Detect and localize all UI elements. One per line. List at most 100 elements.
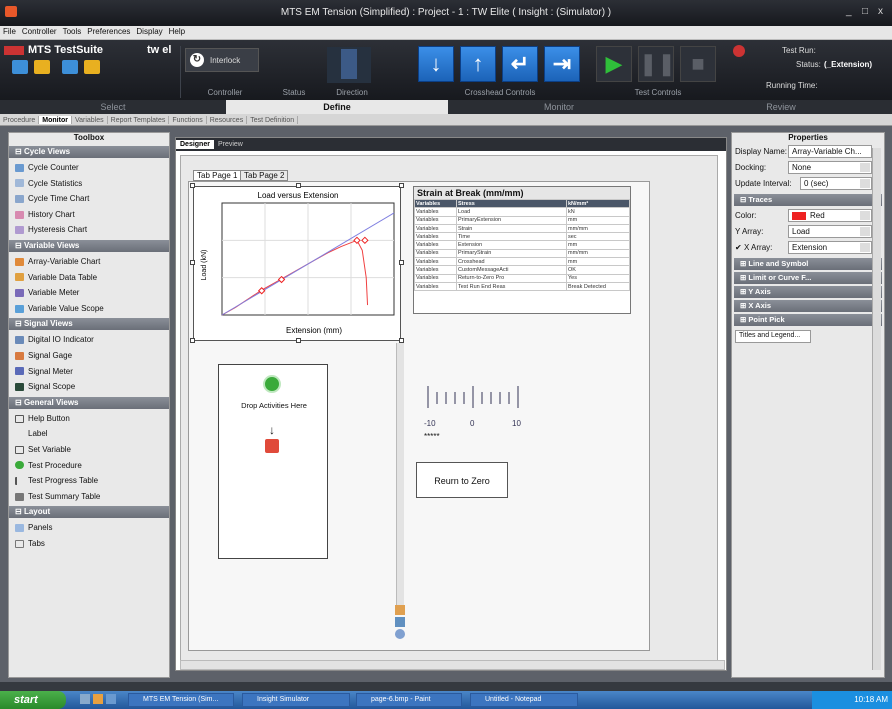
toolbox-item-history-chart[interactable]: History Chart [9,207,169,223]
zoom-controls[interactable] [395,605,405,639]
binoculars-icon[interactable] [395,617,405,627]
menu-controller[interactable]: Controller [19,26,60,36]
crosshead-return-button[interactable]: ↵ [502,46,538,82]
titles-legend-button[interactable]: Titles and Legend... [735,330,811,343]
array-variable-chart[interactable]: Load versus Extension Extension (mm) Loa… [193,186,401,341]
toolbox-item-help-button[interactable]: Help Button [9,411,169,427]
task-mts[interactable]: MTS EM Tension (Sim... [128,693,234,707]
subtab-functions[interactable]: Functions [169,116,207,124]
limit-curve-section[interactable]: ⊞ Limit or Curve F... [734,272,882,284]
tab-monitor[interactable]: Monitor [448,100,670,114]
toolbox-item-tabs[interactable]: Tabs [9,536,169,552]
new-icon[interactable] [12,60,28,74]
desktop-icon[interactable] [80,694,90,704]
tab-define[interactable]: Define [226,100,448,114]
export-icon[interactable] [84,60,100,74]
menu-preferences[interactable]: Preferences [84,26,133,36]
task-paint[interactable]: page-6.bmp - Paint [356,693,462,707]
subtab-procedure[interactable]: Procedure [0,116,40,124]
y-axis-section[interactable]: ⊞ Y Axis [734,286,882,298]
start-button[interactable]: start [0,691,66,709]
resize-handle[interactable] [190,338,195,343]
resize-handle[interactable] [190,260,195,265]
docking-select[interactable]: None [788,161,872,174]
toolbox-item-signal-meter[interactable]: Signal Meter [9,364,169,380]
procedure-scrollbar[interactable] [396,343,404,615]
tab-select[interactable]: Select [0,100,226,114]
subtab-test-definition[interactable]: Test Definition [247,116,299,124]
tab-page-2[interactable]: Tab Page 2 [240,170,289,181]
toolbox-item-cycle-time-chart[interactable]: Cycle Time Chart [9,191,169,207]
tab-review[interactable]: Review [670,100,892,114]
x-axis-section[interactable]: ⊞ X Axis [734,300,882,312]
x-array-checkbox[interactable]: ✔ [735,243,742,252]
zoom-icon[interactable] [395,605,405,615]
toolbox-item-cycle-counter[interactable]: Cycle Counter [9,160,169,176]
open-icon[interactable] [34,60,50,74]
properties-scrollbar[interactable] [872,148,881,670]
toolbox-item-variable-meter[interactable]: Variable Meter [9,285,169,301]
resize-handle[interactable] [296,338,301,343]
toolbox-category[interactable]: ⊟ General Views [9,396,169,409]
toolbox-item-variable-value-scope[interactable]: Variable Value Scope [9,301,169,317]
variable-data-table[interactable]: Strain at Break (mm/mm) Variables Stress… [413,186,631,314]
run-button[interactable]: ▶ [596,46,632,82]
toolbox-item-label[interactable]: Label [9,426,169,442]
crosshead-jog-button[interactable]: ⇥ [544,46,580,82]
subtab-monitor[interactable]: Monitor [39,116,72,124]
interlock-button[interactable]: ↻ Interlock [185,48,259,72]
menu-display[interactable]: Display [133,26,165,36]
subtab-resources[interactable]: Resources [207,116,248,124]
subtab-variables[interactable]: Variables [72,116,108,124]
clock[interactable]: 10:18 AM [854,695,888,704]
color-select[interactable]: Red [788,209,872,222]
toolbox-item-signal-scope[interactable]: Signal Scope [9,379,169,395]
toolbox-category[interactable]: ⊟ Signal Views [9,318,169,331]
x-array-select[interactable]: Extension [788,241,872,254]
explorer-icon[interactable] [106,694,116,704]
toolbox-item-signal-gage[interactable]: Signal Gage [9,348,169,364]
maximize-button[interactable]: □ [862,6,868,17]
crosshead-up-button[interactable]: ↑ [460,46,496,82]
resize-handle[interactable] [190,183,195,188]
toolbox-item-test-progress-table[interactable]: Test Progress Table [9,473,169,489]
toolbox-category[interactable]: ⊟ Variable Views [9,239,169,252]
tab-preview[interactable]: Preview [214,140,247,149]
return-to-zero-button[interactable]: Reurn to Zero [416,462,508,498]
menu-help[interactable]: Help [166,26,188,36]
stop-button[interactable]: ■ [680,46,716,82]
tab-designer[interactable]: Designer [176,140,214,149]
subtab-report-templates[interactable]: Report Templates [108,116,170,124]
toolbox-category[interactable]: ⊟ Layout [9,506,169,519]
toolbox-item-test-procedure[interactable]: Test Procedure [9,458,169,474]
toolbox-item-array-variable-chart[interactable]: Array-Variable Chart [9,254,169,270]
toolbox-item-test-summary-table[interactable]: Test Summary Table [9,489,169,505]
resize-handle[interactable] [399,260,404,265]
menu-file[interactable]: File [0,26,19,36]
toolbox-category[interactable]: ⊟ Cycle Views [9,146,169,158]
designer-hscrollbar[interactable] [180,660,725,670]
resize-handle[interactable] [296,183,301,188]
toolbox-item-hysteresis-chart[interactable]: Hysteresis Chart [9,222,169,238]
resize-handle[interactable] [399,183,404,188]
task-insight-simulator[interactable]: Insight Simulator [242,693,350,707]
save-icon[interactable] [62,60,78,74]
quick-launch[interactable] [80,694,124,706]
tab-page-1[interactable]: Tab Page 1 [193,170,242,181]
toolbox-item-digital-io[interactable]: Digital IO Indicator [9,332,169,348]
task-notepad[interactable]: Untitled - Notepad [470,693,578,707]
update-interval-field[interactable]: 0 (sec) [800,177,872,190]
toolbox-item-variable-data-table[interactable]: Variable Data Table [9,270,169,286]
pause-button[interactable]: ❚❚ [638,46,676,82]
toolbox-item-panels[interactable]: Panels [9,520,169,536]
browser-icon[interactable] [93,694,103,704]
toolbox-item-cycle-statistics[interactable]: Cycle Statistics [9,176,169,192]
toolbox-item-set-variable[interactable]: Set Variable [9,442,169,458]
line-symbol-section[interactable]: ⊞ Line and Symbol [734,258,882,270]
traces-section[interactable]: ⊟ Traces [734,194,882,206]
display-name-field[interactable]: Array-Variable Ch... [788,145,872,158]
point-pick-section[interactable]: ⊞ Point Pick [734,314,882,326]
close-button[interactable]: x [878,6,883,17]
y-array-select[interactable]: Load [788,225,872,238]
fit-icon[interactable] [395,629,405,639]
